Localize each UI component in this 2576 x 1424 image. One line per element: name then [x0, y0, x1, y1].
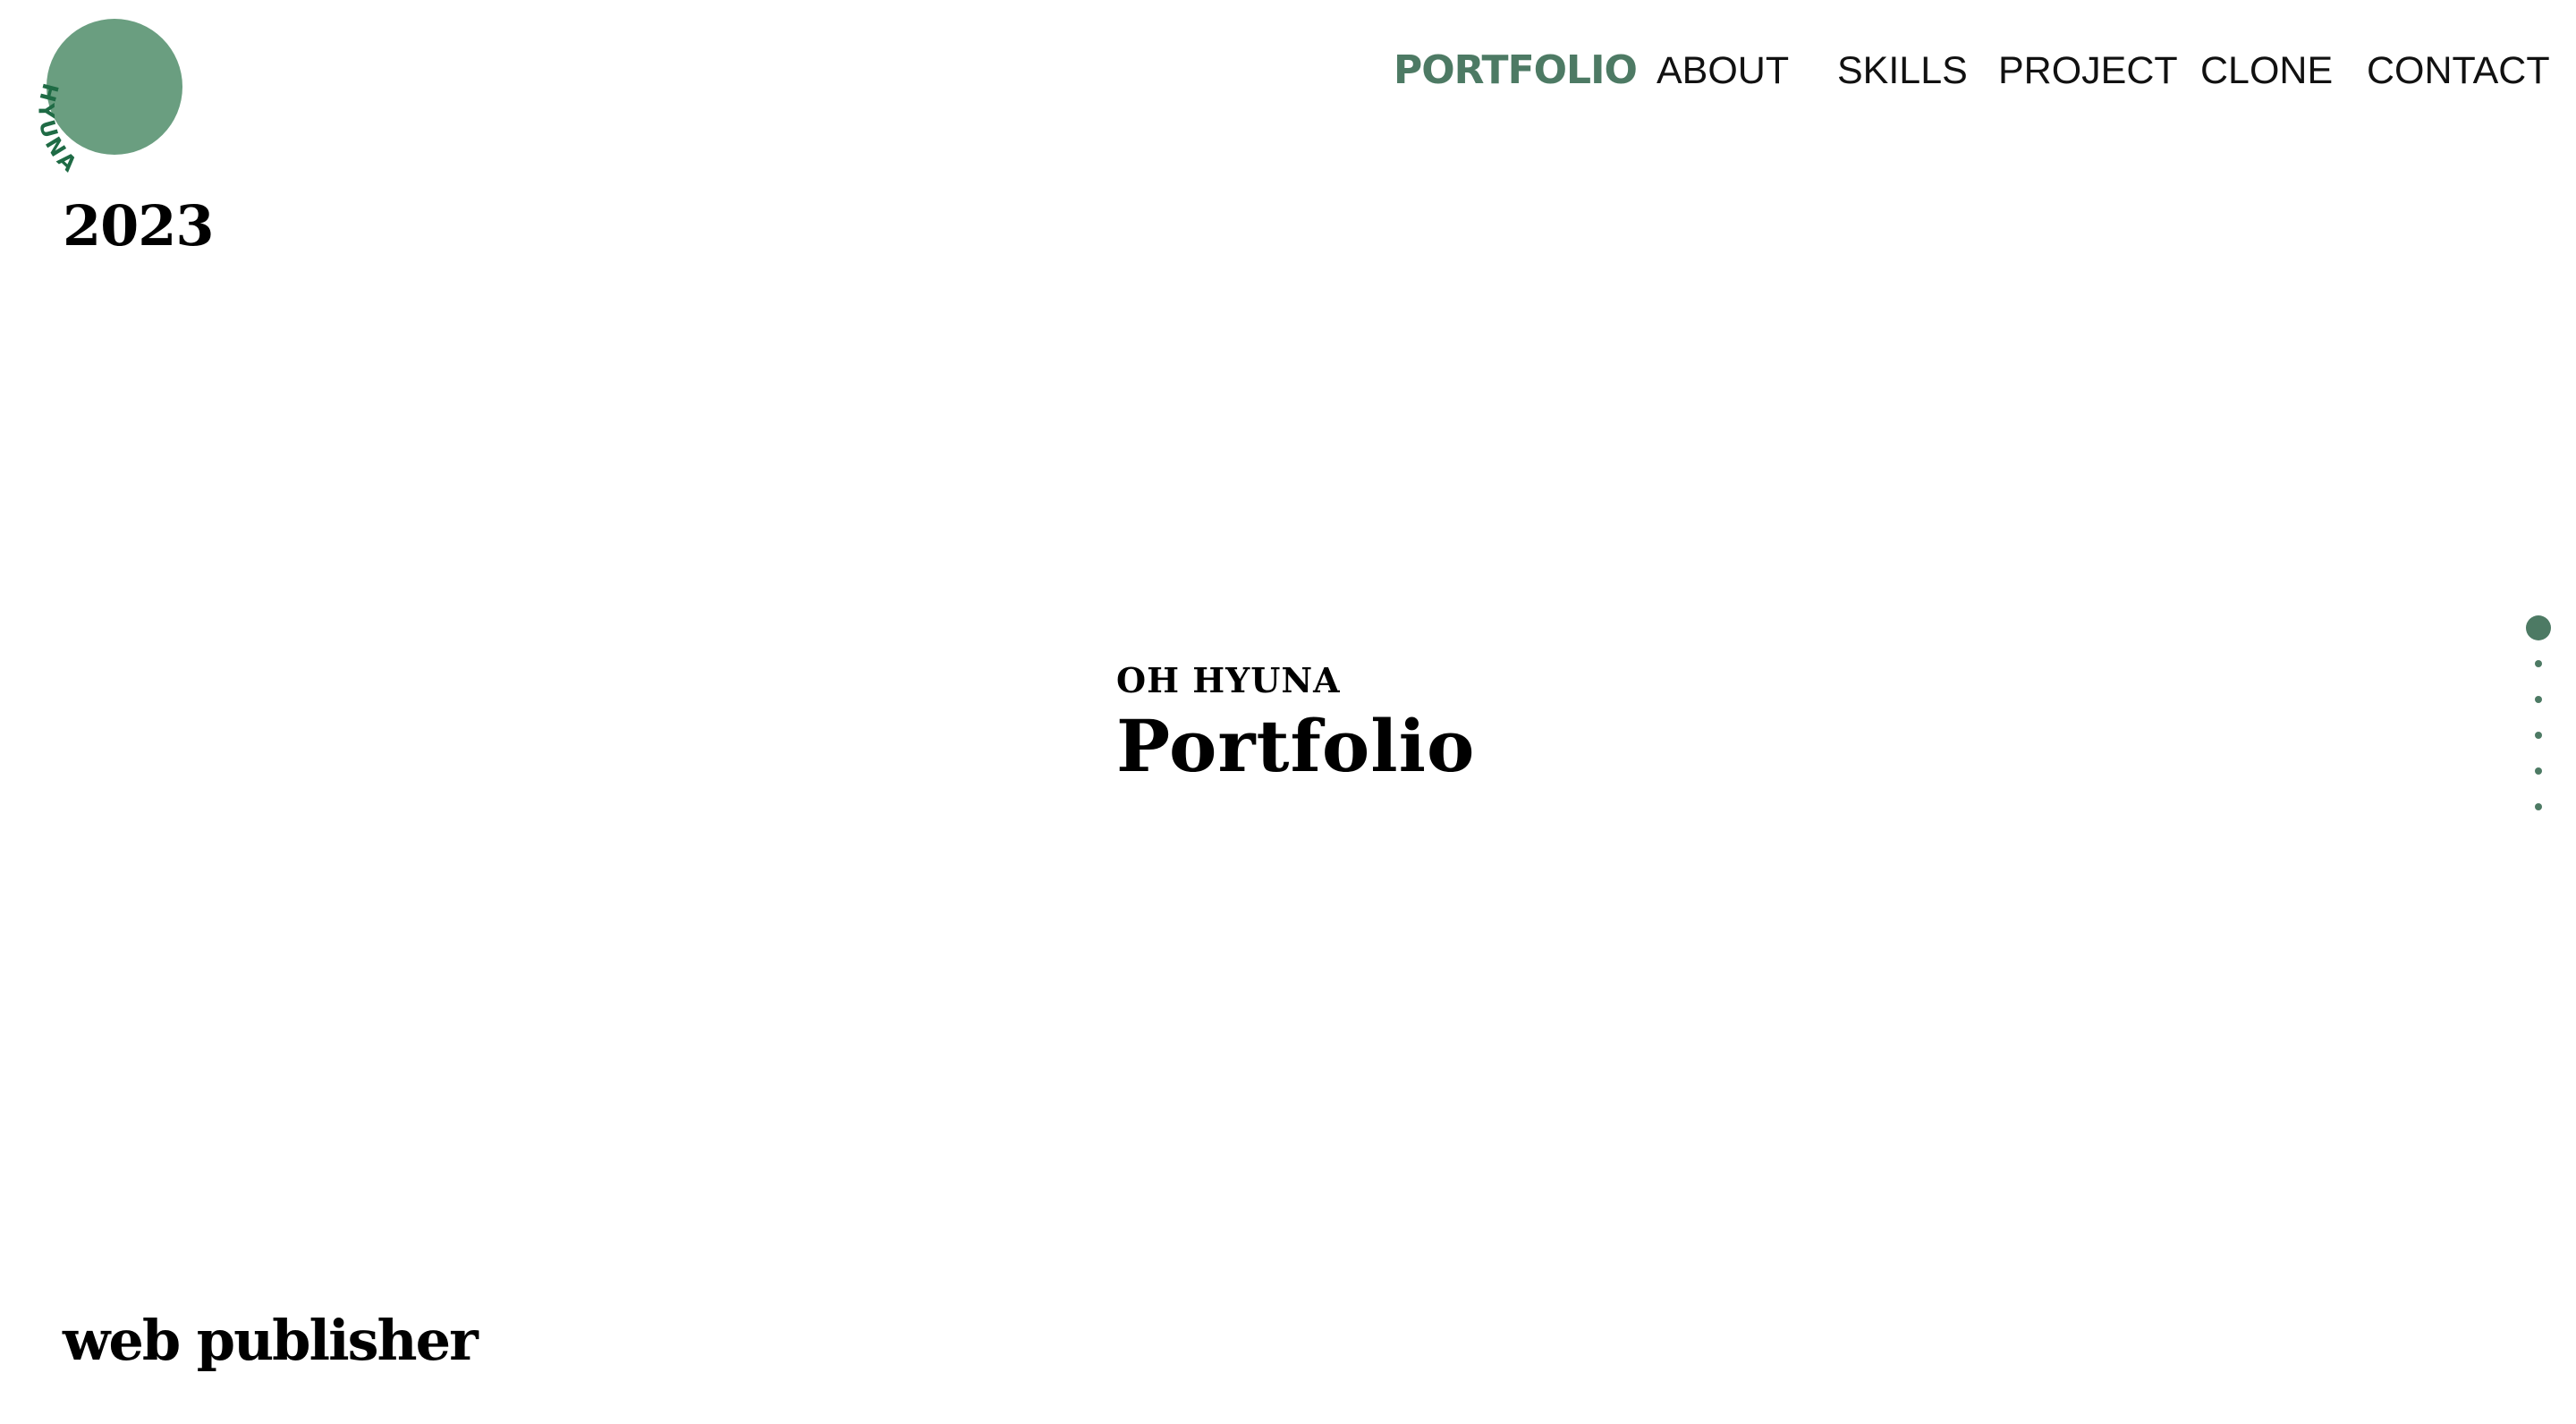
nav-item-project[interactable]: PROJECT — [1998, 41, 2178, 100]
section-dot[interactable] — [2526, 615, 2551, 640]
nav-item-portfolio[interactable]: PORTFOLIO — [1394, 41, 1638, 100]
year-label: 2023 — [63, 193, 215, 259]
logo[interactable]: HYUNA — [27, 9, 206, 179]
nav-item-about[interactable]: ABOUT — [1657, 41, 1789, 100]
hero: OH HYUNA Portfolio — [1116, 660, 1617, 788]
section-dot[interactable] — [2535, 732, 2542, 739]
logo-mark: HYUNA — [33, 19, 182, 179]
nav-item-contact[interactable]: CONTACT — [2367, 41, 2550, 100]
main-nav: PORTFOLIO ABOUT SKILLS PROJECT CLONE CON… — [1394, 41, 2550, 100]
nav-item-clone[interactable]: CLONE — [2200, 41, 2333, 100]
section-dot[interactable] — [2535, 660, 2542, 667]
role-label: web publisher — [63, 1308, 479, 1373]
logo-circle — [47, 19, 182, 155]
hero-subtitle: OH HYUNA — [1116, 660, 1341, 700]
section-dot[interactable] — [2535, 767, 2542, 775]
nav-item-skills[interactable]: SKILLS — [1837, 41, 1968, 100]
section-dot[interactable] — [2535, 803, 2542, 810]
hero-title: Portfolio — [1116, 704, 1476, 788]
section-dot[interactable] — [2535, 696, 2542, 703]
section-dots — [2522, 612, 2555, 826]
